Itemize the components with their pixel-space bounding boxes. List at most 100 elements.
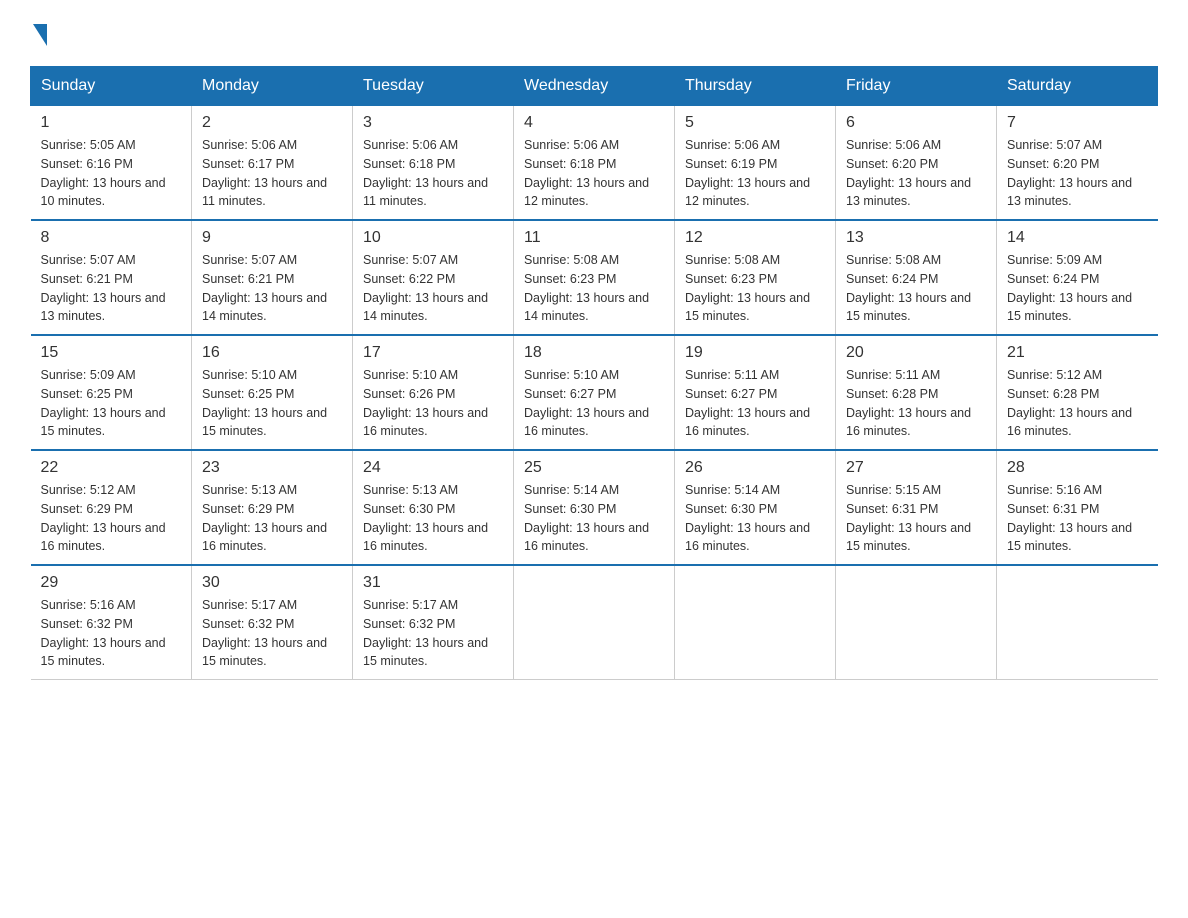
header-row: SundayMondayTuesdayWednesdayThursdayFrid… bbox=[31, 67, 1158, 106]
day-cell: 3 Sunrise: 5:06 AM Sunset: 6:18 PM Dayli… bbox=[353, 106, 514, 221]
day-cell: 25 Sunrise: 5:14 AM Sunset: 6:30 PM Dayl… bbox=[514, 450, 675, 565]
day-info: Sunrise: 5:15 AM Sunset: 6:31 PM Dayligh… bbox=[846, 481, 986, 556]
day-cell: 31 Sunrise: 5:17 AM Sunset: 6:32 PM Dayl… bbox=[353, 565, 514, 680]
day-number: 6 bbox=[846, 114, 986, 132]
day-number: 17 bbox=[363, 344, 503, 362]
day-number: 4 bbox=[524, 114, 664, 132]
week-row-1: 1 Sunrise: 5:05 AM Sunset: 6:16 PM Dayli… bbox=[31, 106, 1158, 221]
day-number: 13 bbox=[846, 229, 986, 247]
page-header bbox=[30, 20, 1158, 46]
day-info: Sunrise: 5:09 AM Sunset: 6:25 PM Dayligh… bbox=[41, 366, 182, 441]
logo-triangle-icon bbox=[33, 24, 47, 46]
day-number: 23 bbox=[202, 459, 342, 477]
day-number: 2 bbox=[202, 114, 342, 132]
day-cell: 6 Sunrise: 5:06 AM Sunset: 6:20 PM Dayli… bbox=[836, 106, 997, 221]
day-info: Sunrise: 5:08 AM Sunset: 6:23 PM Dayligh… bbox=[524, 251, 664, 326]
day-info: Sunrise: 5:11 AM Sunset: 6:28 PM Dayligh… bbox=[846, 366, 986, 441]
day-info: Sunrise: 5:07 AM Sunset: 6:21 PM Dayligh… bbox=[202, 251, 342, 326]
day-info: Sunrise: 5:07 AM Sunset: 6:20 PM Dayligh… bbox=[1007, 136, 1148, 211]
day-cell: 8 Sunrise: 5:07 AM Sunset: 6:21 PM Dayli… bbox=[31, 220, 192, 335]
day-cell: 15 Sunrise: 5:09 AM Sunset: 6:25 PM Dayl… bbox=[31, 335, 192, 450]
day-number: 22 bbox=[41, 459, 182, 477]
day-cell: 10 Sunrise: 5:07 AM Sunset: 6:22 PM Dayl… bbox=[353, 220, 514, 335]
day-number: 19 bbox=[685, 344, 825, 362]
header-cell-monday: Monday bbox=[192, 67, 353, 106]
day-info: Sunrise: 5:08 AM Sunset: 6:24 PM Dayligh… bbox=[846, 251, 986, 326]
day-info: Sunrise: 5:05 AM Sunset: 6:16 PM Dayligh… bbox=[41, 136, 182, 211]
day-cell: 13 Sunrise: 5:08 AM Sunset: 6:24 PM Dayl… bbox=[836, 220, 997, 335]
day-number: 9 bbox=[202, 229, 342, 247]
day-number: 10 bbox=[363, 229, 503, 247]
day-cell: 11 Sunrise: 5:08 AM Sunset: 6:23 PM Dayl… bbox=[514, 220, 675, 335]
day-number: 24 bbox=[363, 459, 503, 477]
day-info: Sunrise: 5:17 AM Sunset: 6:32 PM Dayligh… bbox=[202, 596, 342, 671]
day-info: Sunrise: 5:16 AM Sunset: 6:31 PM Dayligh… bbox=[1007, 481, 1148, 556]
day-cell: 16 Sunrise: 5:10 AM Sunset: 6:25 PM Dayl… bbox=[192, 335, 353, 450]
day-cell: 1 Sunrise: 5:05 AM Sunset: 6:16 PM Dayli… bbox=[31, 106, 192, 221]
day-number: 15 bbox=[41, 344, 182, 362]
day-number: 3 bbox=[363, 114, 503, 132]
day-cell bbox=[514, 565, 675, 680]
day-number: 8 bbox=[41, 229, 182, 247]
day-info: Sunrise: 5:10 AM Sunset: 6:26 PM Dayligh… bbox=[363, 366, 503, 441]
day-number: 5 bbox=[685, 114, 825, 132]
day-number: 16 bbox=[202, 344, 342, 362]
day-info: Sunrise: 5:12 AM Sunset: 6:28 PM Dayligh… bbox=[1007, 366, 1148, 441]
day-info: Sunrise: 5:13 AM Sunset: 6:30 PM Dayligh… bbox=[363, 481, 503, 556]
calendar-body: 1 Sunrise: 5:05 AM Sunset: 6:16 PM Dayli… bbox=[31, 106, 1158, 680]
header-cell-friday: Friday bbox=[836, 67, 997, 106]
day-cell: 29 Sunrise: 5:16 AM Sunset: 6:32 PM Dayl… bbox=[31, 565, 192, 680]
day-info: Sunrise: 5:17 AM Sunset: 6:32 PM Dayligh… bbox=[363, 596, 503, 671]
day-number: 7 bbox=[1007, 114, 1148, 132]
day-info: Sunrise: 5:16 AM Sunset: 6:32 PM Dayligh… bbox=[41, 596, 182, 671]
day-info: Sunrise: 5:10 AM Sunset: 6:27 PM Dayligh… bbox=[524, 366, 664, 441]
day-cell: 18 Sunrise: 5:10 AM Sunset: 6:27 PM Dayl… bbox=[514, 335, 675, 450]
day-number: 26 bbox=[685, 459, 825, 477]
day-info: Sunrise: 5:09 AM Sunset: 6:24 PM Dayligh… bbox=[1007, 251, 1148, 326]
day-number: 14 bbox=[1007, 229, 1148, 247]
day-number: 30 bbox=[202, 574, 342, 592]
day-cell: 23 Sunrise: 5:13 AM Sunset: 6:29 PM Dayl… bbox=[192, 450, 353, 565]
day-number: 18 bbox=[524, 344, 664, 362]
header-cell-thursday: Thursday bbox=[675, 67, 836, 106]
day-cell: 2 Sunrise: 5:06 AM Sunset: 6:17 PM Dayli… bbox=[192, 106, 353, 221]
day-cell: 30 Sunrise: 5:17 AM Sunset: 6:32 PM Dayl… bbox=[192, 565, 353, 680]
day-number: 31 bbox=[363, 574, 503, 592]
day-number: 27 bbox=[846, 459, 986, 477]
header-cell-wednesday: Wednesday bbox=[514, 67, 675, 106]
day-cell: 4 Sunrise: 5:06 AM Sunset: 6:18 PM Dayli… bbox=[514, 106, 675, 221]
week-row-5: 29 Sunrise: 5:16 AM Sunset: 6:32 PM Dayl… bbox=[31, 565, 1158, 680]
day-cell: 28 Sunrise: 5:16 AM Sunset: 6:31 PM Dayl… bbox=[997, 450, 1158, 565]
day-number: 29 bbox=[41, 574, 182, 592]
day-info: Sunrise: 5:14 AM Sunset: 6:30 PM Dayligh… bbox=[524, 481, 664, 556]
day-number: 25 bbox=[524, 459, 664, 477]
day-number: 12 bbox=[685, 229, 825, 247]
day-cell: 12 Sunrise: 5:08 AM Sunset: 6:23 PM Dayl… bbox=[675, 220, 836, 335]
day-cell: 27 Sunrise: 5:15 AM Sunset: 6:31 PM Dayl… bbox=[836, 450, 997, 565]
calendar-header: SundayMondayTuesdayWednesdayThursdayFrid… bbox=[31, 67, 1158, 106]
header-cell-tuesday: Tuesday bbox=[353, 67, 514, 106]
logo bbox=[30, 20, 47, 46]
day-number: 20 bbox=[846, 344, 986, 362]
day-info: Sunrise: 5:07 AM Sunset: 6:22 PM Dayligh… bbox=[363, 251, 503, 326]
day-info: Sunrise: 5:08 AM Sunset: 6:23 PM Dayligh… bbox=[685, 251, 825, 326]
day-info: Sunrise: 5:06 AM Sunset: 6:18 PM Dayligh… bbox=[524, 136, 664, 211]
day-cell: 21 Sunrise: 5:12 AM Sunset: 6:28 PM Dayl… bbox=[997, 335, 1158, 450]
day-info: Sunrise: 5:14 AM Sunset: 6:30 PM Dayligh… bbox=[685, 481, 825, 556]
week-row-3: 15 Sunrise: 5:09 AM Sunset: 6:25 PM Dayl… bbox=[31, 335, 1158, 450]
day-number: 1 bbox=[41, 114, 182, 132]
day-info: Sunrise: 5:11 AM Sunset: 6:27 PM Dayligh… bbox=[685, 366, 825, 441]
calendar-table: SundayMondayTuesdayWednesdayThursdayFrid… bbox=[30, 66, 1158, 680]
day-info: Sunrise: 5:12 AM Sunset: 6:29 PM Dayligh… bbox=[41, 481, 182, 556]
day-cell: 9 Sunrise: 5:07 AM Sunset: 6:21 PM Dayli… bbox=[192, 220, 353, 335]
header-cell-saturday: Saturday bbox=[997, 67, 1158, 106]
day-cell bbox=[836, 565, 997, 680]
day-number: 28 bbox=[1007, 459, 1148, 477]
day-cell bbox=[997, 565, 1158, 680]
day-cell: 24 Sunrise: 5:13 AM Sunset: 6:30 PM Dayl… bbox=[353, 450, 514, 565]
day-cell: 22 Sunrise: 5:12 AM Sunset: 6:29 PM Dayl… bbox=[31, 450, 192, 565]
day-info: Sunrise: 5:06 AM Sunset: 6:18 PM Dayligh… bbox=[363, 136, 503, 211]
day-cell: 5 Sunrise: 5:06 AM Sunset: 6:19 PM Dayli… bbox=[675, 106, 836, 221]
day-info: Sunrise: 5:13 AM Sunset: 6:29 PM Dayligh… bbox=[202, 481, 342, 556]
day-number: 21 bbox=[1007, 344, 1148, 362]
